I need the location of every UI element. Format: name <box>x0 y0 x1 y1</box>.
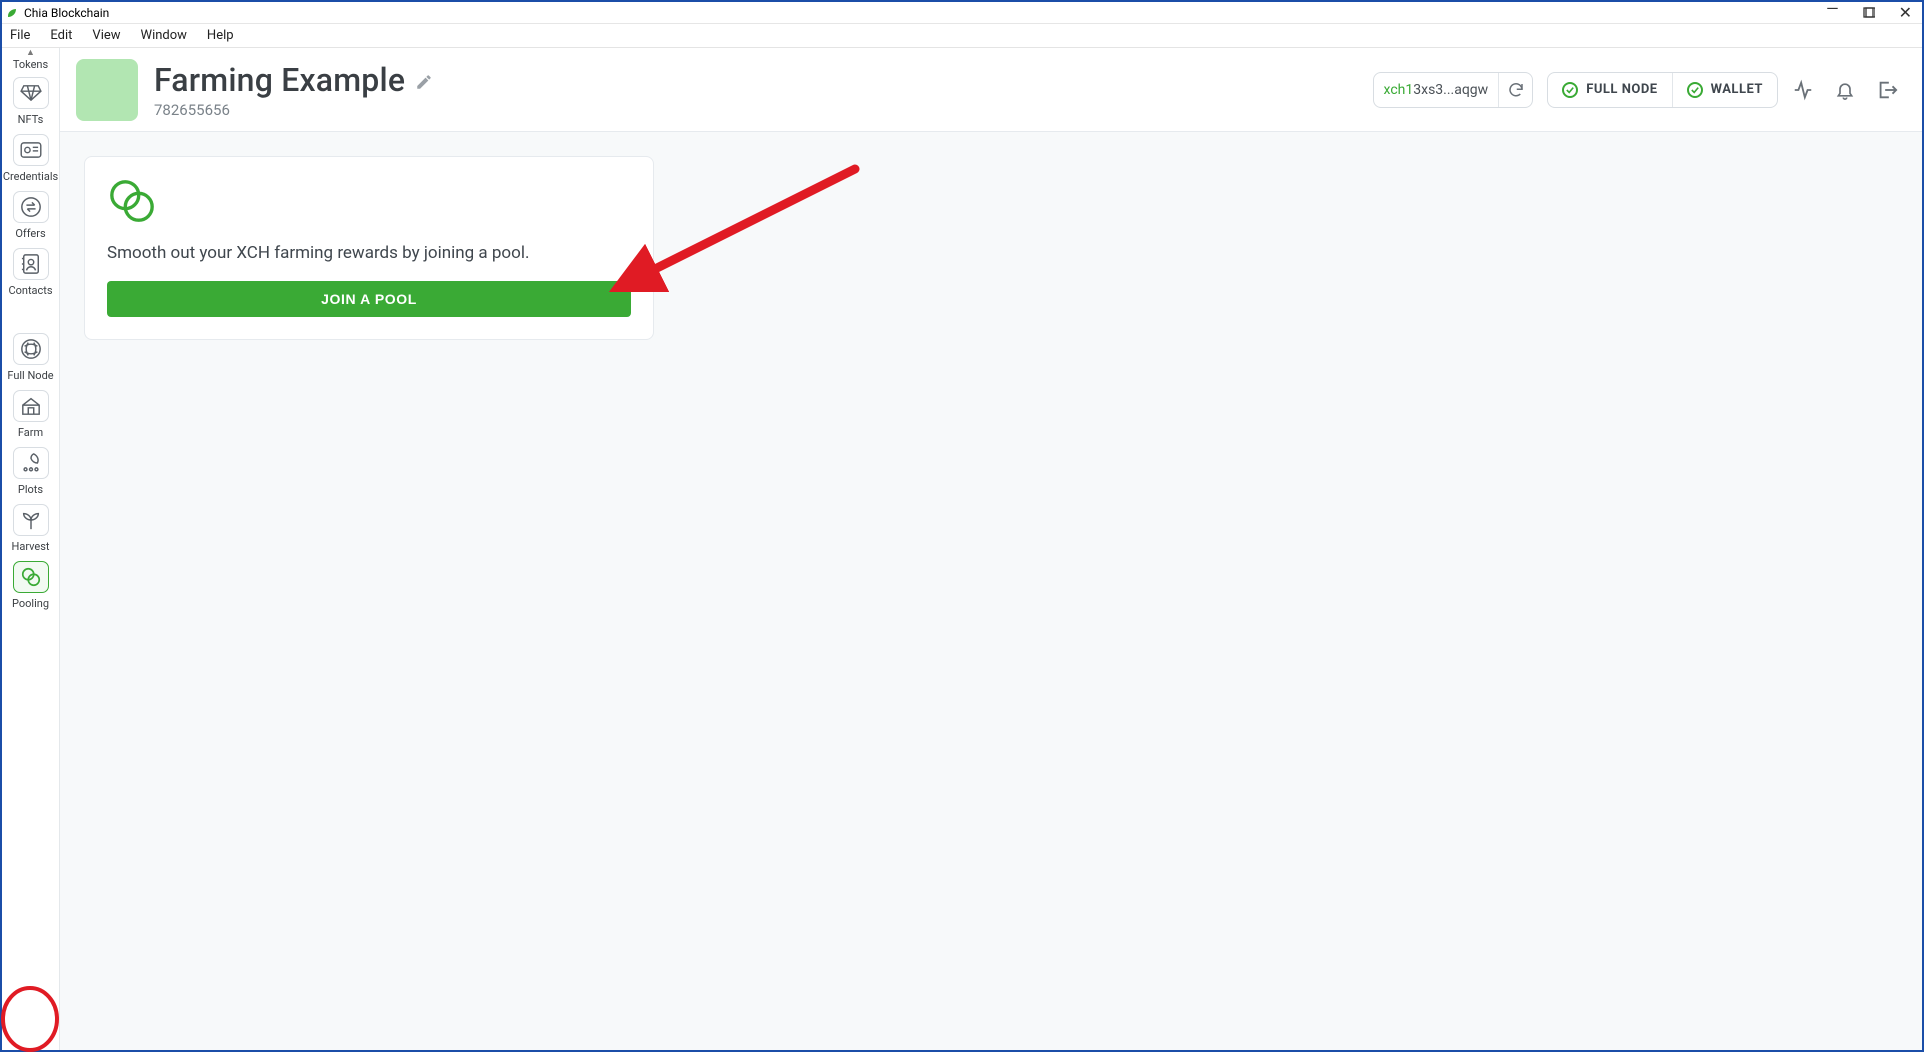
titlebar: Chia Blockchain — ✕ <box>2 2 1922 24</box>
sidebar-item-plots[interactable]: Plots <box>2 441 59 498</box>
sidebar-item-label: Plots <box>18 483 43 496</box>
receive-address[interactable]: xch1 3xs3...aqgw <box>1373 72 1534 108</box>
activity-icon[interactable] <box>1792 79 1814 101</box>
sidebar-item-harvest[interactable]: Harvest <box>2 498 59 555</box>
app-window: Chia Blockchain — ✕ File Edit View Windo… <box>0 0 1924 1052</box>
barn-icon <box>13 390 49 422</box>
status-wallet-label: WALLET <box>1711 82 1763 97</box>
window-close-icon[interactable]: ✕ <box>1899 5 1912 21</box>
sidebar-item-pooling[interactable]: Pooling <box>2 555 59 612</box>
sidebar-scroll-up-icon[interactable]: ▲ <box>2 48 59 58</box>
sidebar-item-label: NFTs <box>18 113 44 126</box>
sidebar-item-farm[interactable]: Farm <box>2 384 59 441</box>
address-prefix: xch1 <box>1384 82 1414 98</box>
sidebar-item-label: Farm <box>18 426 43 439</box>
edit-pencil-icon[interactable] <box>415 73 433 91</box>
sidebar-item-fullnode[interactable]: Full Node <box>2 327 59 384</box>
status-wallet[interactable]: WALLET <box>1673 73 1777 107</box>
sidebar-item-nfts[interactable]: NFTs <box>2 71 59 128</box>
window-minimize-icon[interactable]: — <box>1826 1 1839 17</box>
wallet-fingerprint: 782655656 <box>154 101 433 119</box>
menu-window[interactable]: Window <box>131 26 197 45</box>
annotation-ellipse <box>0 985 60 1053</box>
join-pool-card: Smooth out your XCH farming rewards by j… <box>84 156 654 340</box>
page-title: Farming Example <box>154 61 405 99</box>
window-controls: — ✕ <box>1826 5 1920 21</box>
menubar: File Edit View Window Help <box>2 24 1922 48</box>
sprout-icon <box>13 504 49 536</box>
refresh-icon[interactable] <box>1498 73 1532 107</box>
sidebar-item-label: Full Node <box>7 369 53 382</box>
bell-icon[interactable] <box>1834 79 1856 101</box>
sidebar-item-contacts[interactable]: Contacts <box>2 242 59 299</box>
status-group: FULL NODE WALLET <box>1547 72 1778 108</box>
sidebar: ▲ Tokens NFTs Credenti <box>2 48 60 1050</box>
pooling-icon <box>13 561 49 593</box>
app-leaf-icon <box>6 7 18 19</box>
node-icon <box>13 333 49 365</box>
sidebar-item-credentials[interactable]: Credentials <box>2 128 59 185</box>
sidebar-item-label: Harvest <box>11 540 49 553</box>
menu-help[interactable]: Help <box>197 26 244 45</box>
logout-icon[interactable] <box>1876 79 1898 101</box>
pooling-card-icon <box>107 177 631 225</box>
status-fullnode[interactable]: FULL NODE <box>1548 73 1671 107</box>
window-title: Chia Blockchain <box>24 6 109 20</box>
join-pool-button[interactable]: JOIN A POOL <box>107 281 631 317</box>
sidebar-item-offers[interactable]: Offers <box>2 185 59 242</box>
address-rest: 3xs3...aqgw <box>1413 82 1488 98</box>
swap-icon <box>13 191 49 223</box>
menu-edit[interactable]: Edit <box>40 26 82 45</box>
id-card-icon <box>13 134 49 166</box>
leafdots-icon <box>13 447 49 479</box>
wallet-avatar <box>76 59 138 121</box>
menu-file[interactable]: File <box>6 26 40 45</box>
diamond-icon <box>13 77 49 109</box>
header: Farming Example 782655656 xch1 3xs3...aq… <box>60 48 1922 132</box>
sidebar-item-label: Credentials <box>3 170 58 183</box>
status-fullnode-label: FULL NODE <box>1586 82 1657 97</box>
check-icon <box>1562 82 1578 98</box>
card-description: Smooth out your XCH farming rewards by j… <box>107 243 631 263</box>
menu-view[interactable]: View <box>82 26 130 45</box>
main: Farming Example 782655656 xch1 3xs3...aq… <box>60 48 1922 1050</box>
sidebar-item-label: Contacts <box>8 284 52 297</box>
sidebar-item-label: Offers <box>15 227 45 240</box>
content-area: Smooth out your XCH farming rewards by j… <box>60 132 1922 364</box>
check-icon <box>1687 82 1703 98</box>
contacts-icon <box>13 248 49 280</box>
sidebar-item-label: Tokens <box>13 58 48 71</box>
sidebar-item-label: Pooling <box>12 597 49 610</box>
window-maximize-icon[interactable] <box>1863 7 1875 19</box>
